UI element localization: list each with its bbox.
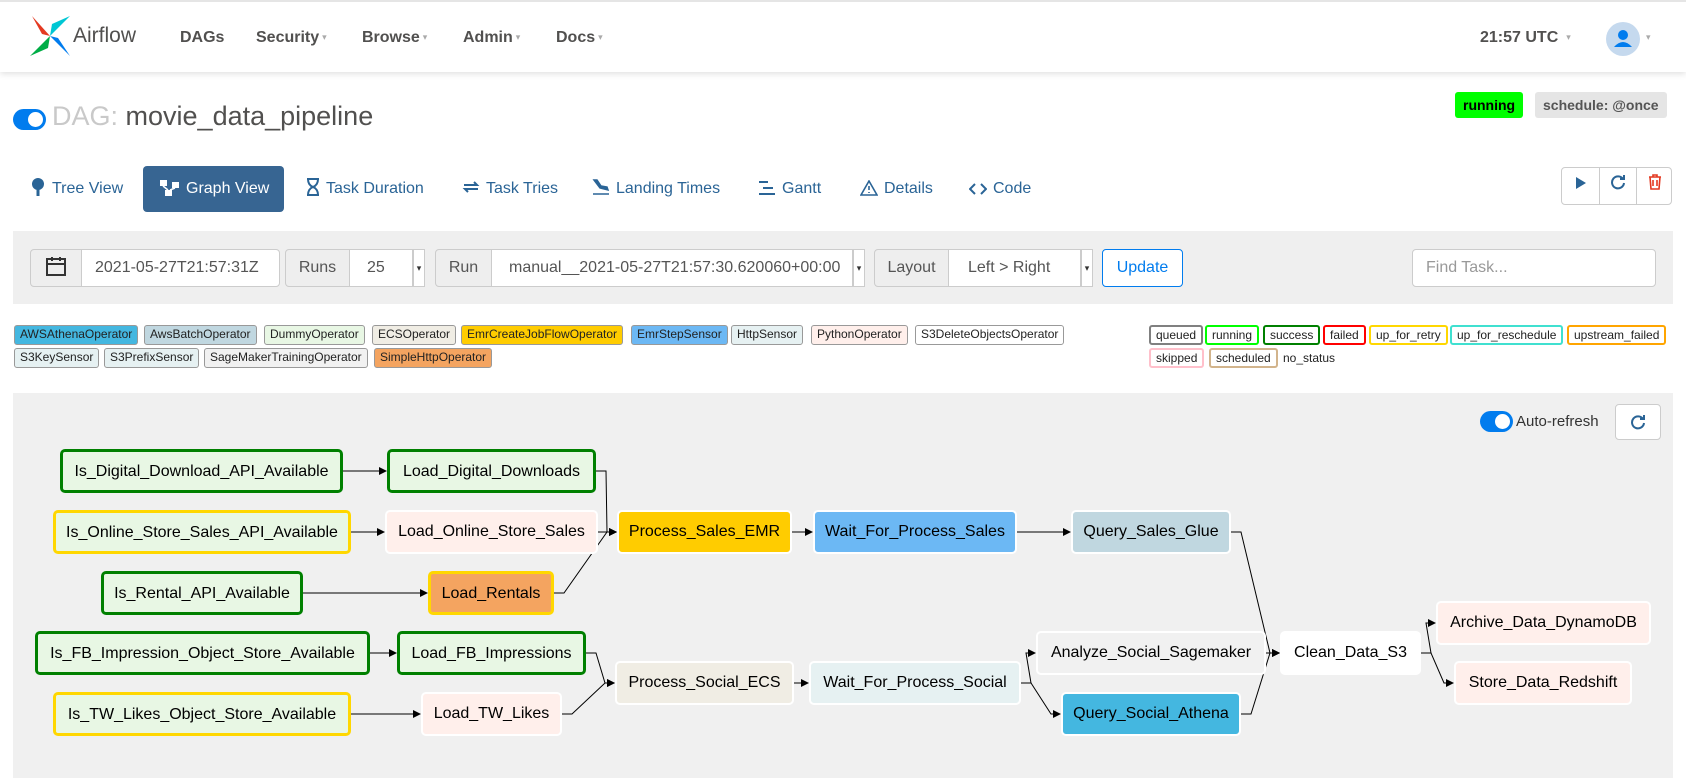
task-node[interactable]: Load_FB_Impressions <box>397 631 586 675</box>
task-node[interactable]: Load_Digital_Downloads <box>387 449 596 493</box>
task-node[interactable]: Is_Digital_Download_API_Available <box>60 449 343 493</box>
task-node[interactable]: Is_Rental_API_Available <box>101 571 303 615</box>
task-node[interactable]: Is_Online_Store_Sales_API_Available <box>53 510 351 554</box>
task-node[interactable]: Is_FB_Impression_Object_Store_Available <box>35 631 370 675</box>
dag-edge <box>1021 649 1036 684</box>
dag-edge <box>1021 682 1061 718</box>
task-node[interactable]: Clean_Data_S3 <box>1280 631 1421 675</box>
task-node[interactable]: Wait_For_Process_Sales <box>813 510 1017 554</box>
task-node[interactable]: Process_Social_ECS <box>615 661 794 705</box>
task-node[interactable]: Process_Sales_EMR <box>617 510 792 554</box>
dag-edge <box>562 679 615 715</box>
task-node[interactable]: Analyze_Social_Sagemaker <box>1036 631 1266 675</box>
task-node[interactable]: Query_Sales_Glue <box>1071 510 1231 554</box>
dag-edge <box>1421 619 1436 654</box>
dag-edge <box>596 470 617 536</box>
task-node[interactable]: Store_Data_Redshift <box>1454 661 1632 705</box>
task-node[interactable]: Query_Social_Athena <box>1061 692 1241 736</box>
task-node[interactable]: Load_Online_Store_Sales <box>385 510 598 554</box>
dag-edge <box>586 652 615 687</box>
task-node[interactable]: Load_TW_Likes <box>421 692 562 736</box>
task-node[interactable]: Wait_For_Process_Social <box>809 661 1021 705</box>
dag-edge <box>1421 652 1454 687</box>
task-node[interactable]: Is_TW_Likes_Object_Store_Available <box>53 692 351 736</box>
task-node[interactable]: Load_Rentals <box>428 571 554 615</box>
task-node[interactable]: Archive_Data_DynamoDB <box>1436 601 1651 645</box>
